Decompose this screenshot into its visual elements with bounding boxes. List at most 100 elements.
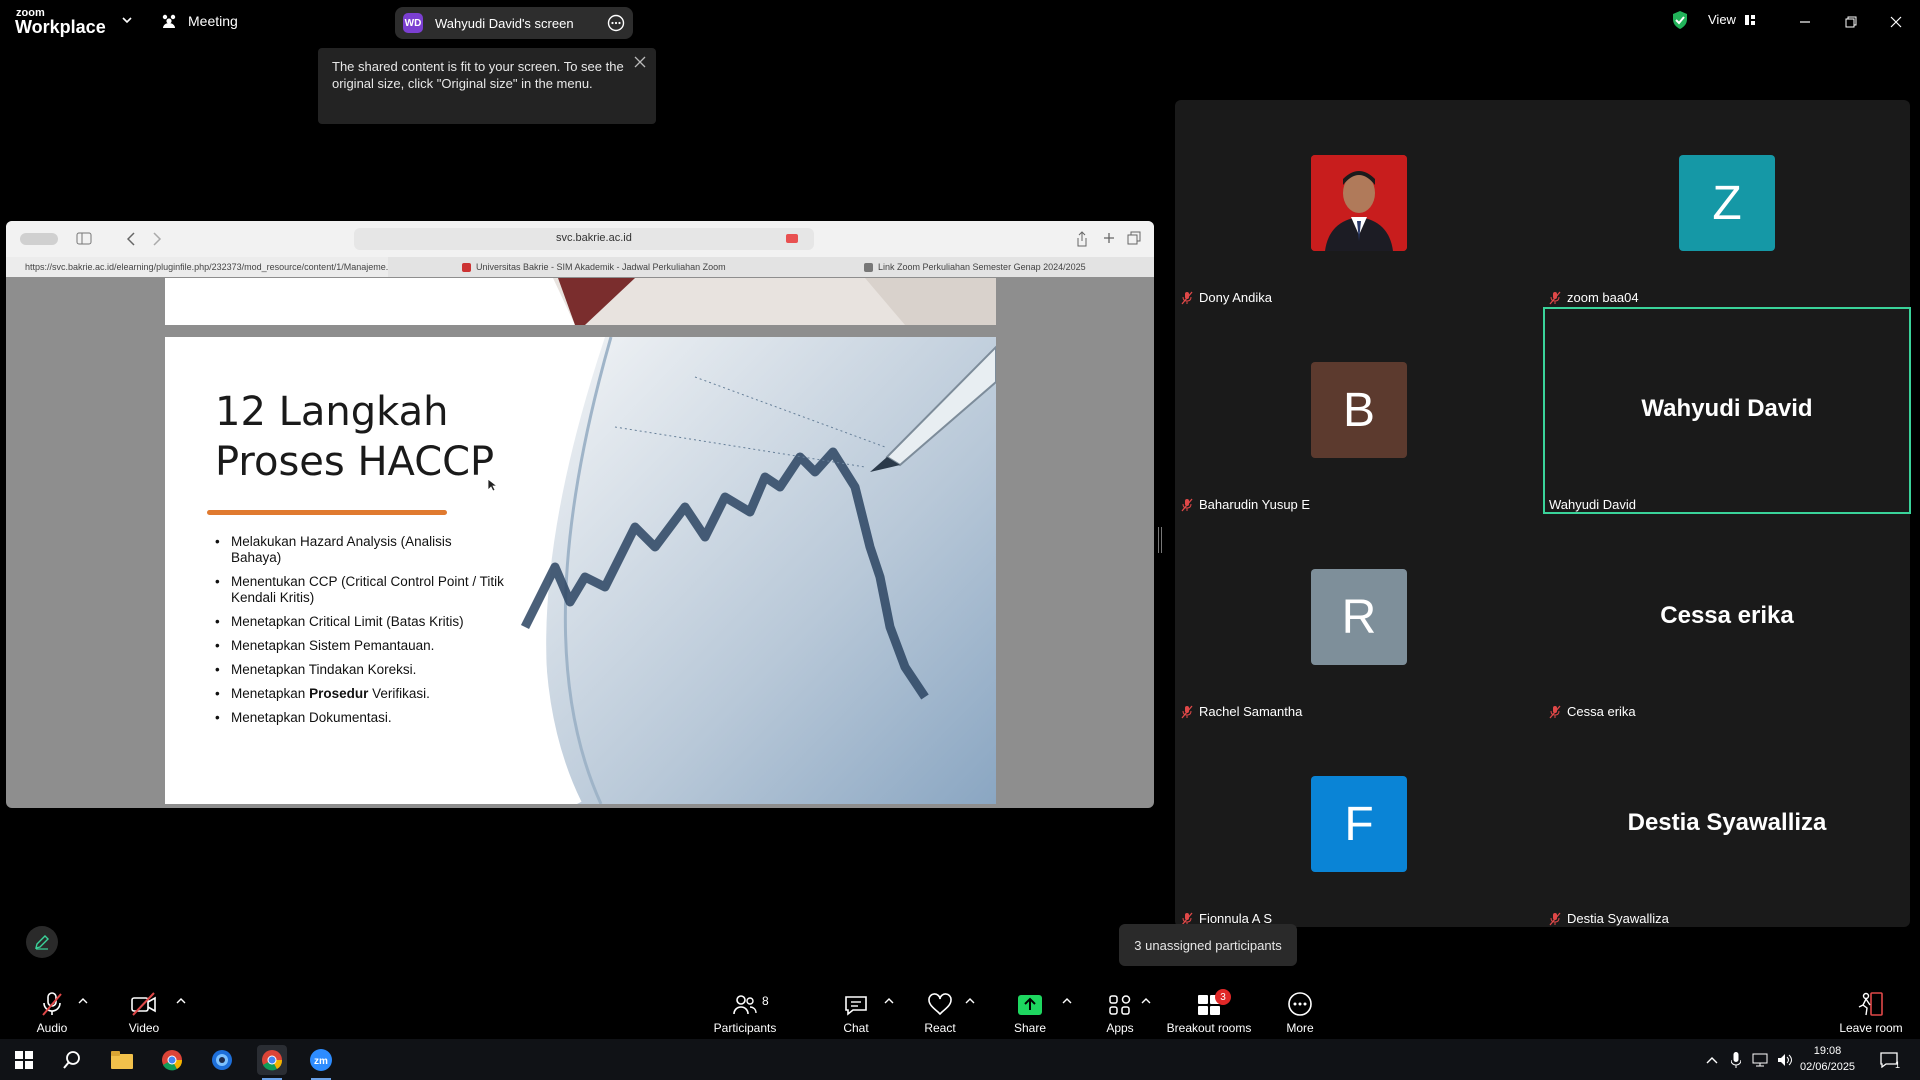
list-item: Menetapkan Critical Limit (Batas Kritis) <box>215 614 505 630</box>
apps-button[interactable]: Apps <box>1100 981 1140 1039</box>
annotate-button[interactable] <box>26 926 58 958</box>
video-button[interactable]: Video <box>124 981 164 1039</box>
slide-title-line2: Proses HACCP <box>215 439 495 485</box>
more-options-icon[interactable] <box>607 14 625 32</box>
share-label: Share <box>1013 1021 1047 1035</box>
breakout-badge: 3 <box>1215 989 1231 1005</box>
app-logo: Workplace <box>15 17 106 37</box>
participant-tile-active-speaker[interactable]: Wahyudi David Wahyudi David <box>1543 307 1911 514</box>
new-tab-icon <box>1103 232 1115 244</box>
breakout-rooms-button[interactable]: Breakout rooms <box>1163 981 1255 1039</box>
shared-screen: svc.bakrie.ac.id https://svc.bakrie.ac.i… <box>6 221 1154 808</box>
splitter-handle[interactable] <box>1158 527 1162 553</box>
taskbar-clock[interactable]: 19:08 02/06/2025 <box>1800 1043 1855 1075</box>
zoom-app-icon[interactable]: zm <box>306 1045 336 1080</box>
participant-tile[interactable]: Dony Andika <box>1175 100 1543 307</box>
tab-label: Link Zoom Perkuliahan Semester Genap 202… <box>878 262 1086 272</box>
forward-icon <box>152 232 162 246</box>
mic-off-icon <box>1549 912 1561 926</box>
avatar: R <box>1311 569 1407 665</box>
participant-tile[interactable]: F Fionnula A S <box>1175 721 1543 928</box>
participant-name: Wahyudi David <box>1549 497 1636 512</box>
participant-name: zoom baa04 <box>1549 290 1639 305</box>
avatar <box>1311 155 1407 251</box>
leave-room-button[interactable]: Leave room <box>1836 981 1906 1039</box>
participant-tile[interactable]: Cessa erika Cessa erika <box>1543 514 1911 721</box>
grid-icon <box>1744 14 1756 26</box>
react-button[interactable]: React <box>920 981 960 1039</box>
avatar: F <box>1311 776 1407 872</box>
react-options-icon[interactable] <box>965 997 975 1005</box>
participant-tile[interactable]: Z zoom baa04 <box>1543 100 1911 307</box>
file-explorer-icon[interactable] <box>107 1045 137 1075</box>
minimize-icon[interactable] <box>1793 10 1817 34</box>
screen-share-pill[interactable]: WD Wahyudi David's screen <box>395 7 633 39</box>
share-button[interactable]: Share <box>1010 981 1050 1039</box>
search-icon[interactable] <box>57 1045 87 1075</box>
back-icon <box>126 232 136 246</box>
notification-icon[interactable]: 1 <box>1874 1045 1904 1075</box>
share-screen-icon <box>1016 993 1044 1017</box>
participants-count: 8 <box>762 994 769 1008</box>
meeting-icon <box>160 12 178 30</box>
apps-label: Apps <box>1106 1021 1134 1035</box>
notification-count: 1 <box>1895 1060 1901 1070</box>
heart-icon <box>927 993 953 1017</box>
meeting-info-button[interactable]: Meeting <box>160 12 238 30</box>
apps-options-icon[interactable] <box>1141 997 1151 1005</box>
participant-name-text: Wahyudi David <box>1549 497 1636 512</box>
avatar: Z <box>1679 155 1775 251</box>
participant-tile[interactable]: R Rachel Samantha <box>1175 514 1543 721</box>
chevron-down-icon[interactable] <box>120 13 134 27</box>
participants-button[interactable]: Participants <box>710 981 780 1039</box>
list-item: Menetapkan Sistem Pemantauan. <box>215 638 505 654</box>
list-item: Menentukan CCP (Critical Control Point /… <box>215 574 505 606</box>
close-icon[interactable] <box>634 56 646 68</box>
chrome-icon[interactable] <box>157 1045 187 1075</box>
chat-button[interactable]: Chat <box>838 981 874 1039</box>
react-label: React <box>924 1021 956 1035</box>
tab-link-zoom: Link Zoom Perkuliahan Semester Genap 202… <box>856 257 1136 277</box>
participant-tile[interactable]: B Baharudin Yusup E <box>1175 307 1543 514</box>
chat-options-icon[interactable] <box>884 997 894 1005</box>
breakout-rooms-label: Breakout rooms <box>1166 1021 1252 1035</box>
list-item: Menetapkan Dokumentasi. <box>215 710 505 726</box>
participant-display-name: Destia Syawalliza <box>1627 809 1827 836</box>
close-icon[interactable] <box>1884 10 1908 34</box>
favicon-icon <box>864 262 873 272</box>
participant-name: Dony Andika <box>1181 290 1272 305</box>
tab-label: Universitas Bakrie - SIM Akademik - Jadw… <box>476 262 726 272</box>
audio-options-icon[interactable] <box>78 997 88 1005</box>
volume-icon[interactable] <box>1770 1045 1800 1075</box>
leave-icon <box>1857 991 1885 1017</box>
top-bar: zoom Workplace Meeting WD Wahyudi David'… <box>0 0 1920 44</box>
participant-name: Baharudin Yusup E <box>1181 497 1310 512</box>
participant-name-text: Cessa erika <box>1567 704 1636 719</box>
shield-icon[interactable] <box>1671 10 1689 30</box>
slide-bullet-list: Melakukan Hazard Analysis (Analisis Baha… <box>215 534 505 734</box>
participant-name-text: Baharudin Yusup E <box>1199 497 1311 512</box>
bullet-text: Verifikasi. <box>368 686 430 701</box>
windows-start-icon[interactable] <box>9 1045 39 1075</box>
participant-name: Destia Syawalliza <box>1549 911 1669 926</box>
clock-time: 19:08 <box>1813 1045 1842 1057</box>
participant-name: Cessa erika <box>1549 704 1636 719</box>
more-button[interactable]: More <box>1280 981 1320 1039</box>
tab-sim-akademik: Universitas Bakrie - SIM Akademik - Jadw… <box>454 257 774 277</box>
unassigned-participants-tooltip[interactable]: 3 unassigned participants <box>1119 924 1297 966</box>
more-label: More <box>1286 1021 1314 1035</box>
presentation-slide: 12 Langkah Proses HACCP Melakukan Hazard… <box>165 337 996 804</box>
restore-icon[interactable] <box>1839 10 1863 34</box>
participant-tile[interactable]: Destia Syawalliza Destia Syawalliza <box>1543 721 1911 928</box>
chat-icon <box>843 993 869 1017</box>
view-button[interactable]: View <box>1708 12 1756 27</box>
video-options-icon[interactable] <box>176 997 186 1005</box>
audio-button[interactable]: Audio <box>32 981 72 1039</box>
chrome-active-icon[interactable] <box>257 1045 287 1080</box>
audio-label: Audio <box>36 1021 68 1035</box>
app-icon[interactable] <box>207 1045 237 1075</box>
list-item: Menetapkan Prosedur Verifikasi. <box>215 686 505 702</box>
mic-off-icon <box>39 991 65 1017</box>
clock-date: 02/06/2025 <box>1800 1061 1856 1073</box>
share-options-icon[interactable] <box>1062 997 1072 1005</box>
